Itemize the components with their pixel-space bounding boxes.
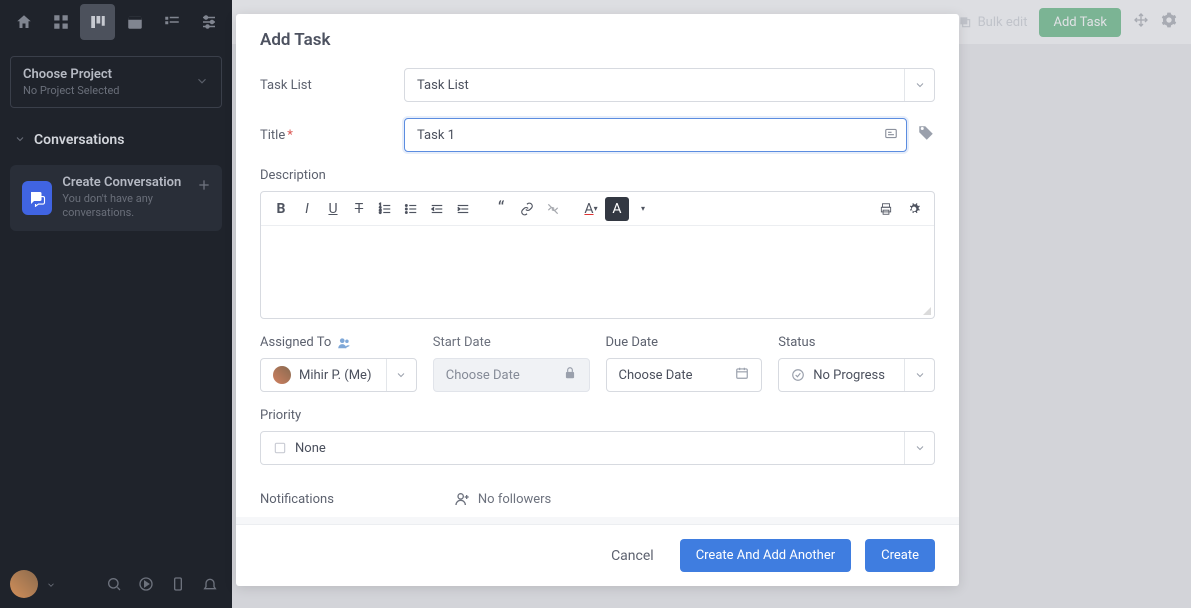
chevron-down-icon [386, 359, 416, 391]
conversations-label: Conversations [34, 132, 124, 148]
task-list-label: Task List [260, 78, 404, 93]
underline-icon[interactable]: U [321, 197, 345, 221]
svg-text:3: 3 [379, 209, 382, 214]
plus-icon[interactable] [196, 177, 212, 197]
print-icon[interactable] [874, 197, 898, 221]
conv-item-sub: You don't have any conversations. [62, 192, 210, 221]
sliders-icon[interactable] [191, 4, 226, 40]
due-date-placeholder: Choose Date [619, 368, 693, 383]
due-date-label: Due Date [606, 335, 763, 350]
start-date-input: Choose Date [433, 358, 590, 392]
grid-icon[interactable] [43, 4, 78, 40]
add-task-modal: Add Task Task List Task List Title* [236, 14, 959, 586]
create-button[interactable]: Create [865, 539, 935, 572]
assigned-to-label: Assigned To [260, 335, 331, 350]
no-followers-label: No followers [478, 492, 551, 507]
chevron-down-icon [14, 130, 26, 149]
tag-icon[interactable] [917, 124, 935, 146]
text-color-icon[interactable]: A▾ [579, 197, 603, 221]
create-add-another-button[interactable]: Create And Add Another [680, 539, 851, 572]
user-avatar[interactable] [10, 570, 38, 598]
project-title: Choose Project [23, 67, 120, 82]
status-value: No Progress [813, 368, 885, 383]
bell-icon[interactable] [198, 572, 222, 596]
priority-select[interactable]: None [260, 431, 935, 465]
check-circle-icon [791, 368, 805, 382]
start-date-label: Start Date [433, 335, 590, 350]
add-person-icon [454, 491, 470, 507]
calendar-icon[interactable] [117, 4, 152, 40]
project-selector[interactable]: Choose Project No Project Selected [10, 56, 222, 108]
priority-icon [273, 441, 287, 455]
mobile-icon[interactable] [166, 572, 190, 596]
highlight-icon[interactable]: A [605, 197, 629, 221]
calendar-icon [735, 366, 749, 384]
project-subtitle: No Project Selected [23, 84, 120, 97]
strike-icon[interactable]: T [347, 197, 371, 221]
bullet-list-icon[interactable] [399, 197, 423, 221]
play-icon[interactable] [134, 572, 158, 596]
priority-label: Priority [260, 408, 935, 423]
assigned-to-value: Mihir P. (Me) [299, 368, 371, 383]
italic-icon[interactable]: I [295, 197, 319, 221]
task-list-value: Task List [417, 78, 469, 93]
sidebar-top-icons [0, 0, 232, 44]
chevron-down-icon [904, 432, 934, 464]
description-editor: B I U T 123 “ A▾ A ▾ [260, 191, 935, 319]
description-textarea[interactable] [261, 226, 934, 318]
title-input[interactable] [404, 118, 907, 152]
assignee-avatar [273, 366, 291, 384]
notifications-row: Notifications No followers [260, 481, 935, 517]
card-icon[interactable] [883, 126, 899, 145]
bold-icon[interactable]: B [269, 197, 293, 221]
indent-icon[interactable] [451, 197, 475, 221]
conv-item-title: Create Conversation [62, 175, 210, 190]
color-dropdown-icon[interactable]: ▾ [631, 197, 655, 221]
start-date-placeholder: Choose Date [446, 368, 520, 383]
sidebar: Choose Project No Project Selected Conve… [0, 0, 232, 608]
people-icon [337, 336, 351, 350]
assigned-to-select[interactable]: Mihir P. (Me) [260, 358, 417, 392]
modal-title: Add Task [260, 30, 935, 50]
status-select[interactable]: No Progress [778, 358, 935, 392]
cancel-button[interactable]: Cancel [599, 540, 666, 572]
quote-icon[interactable]: “ [489, 197, 513, 221]
chevron-down-icon [195, 73, 209, 92]
notifications-label: Notifications [260, 492, 334, 507]
chat-icon [22, 181, 52, 215]
description-label: Description [260, 168, 935, 183]
editor-toolbar: B I U T 123 “ A▾ A ▾ [261, 192, 934, 226]
list-icon[interactable] [154, 4, 189, 40]
create-conversation-item[interactable]: Create Conversation You don't have any c… [10, 165, 222, 231]
chevron-down-icon [904, 69, 934, 101]
home-icon[interactable] [6, 4, 41, 40]
task-list-select[interactable]: Task List [404, 68, 935, 102]
settings-icon[interactable] [902, 197, 926, 221]
title-label: Title* [260, 128, 404, 143]
modal-footer: Cancel Create And Add Another Create [236, 524, 959, 586]
ordered-list-icon[interactable]: 123 [373, 197, 397, 221]
outdent-icon[interactable] [425, 197, 449, 221]
status-label: Status [778, 335, 935, 350]
conversations-header[interactable]: Conversations [0, 120, 232, 159]
priority-value: None [295, 441, 326, 456]
board-icon[interactable] [80, 4, 115, 40]
link-icon[interactable] [515, 197, 539, 221]
chevron-down-icon [904, 359, 934, 391]
unlink-icon[interactable] [541, 197, 565, 221]
lock-icon [563, 366, 577, 384]
resize-handle-icon[interactable] [922, 306, 932, 316]
sidebar-bottom [0, 560, 232, 608]
chevron-down-icon[interactable] [46, 575, 56, 594]
add-follower-button[interactable]: No followers [454, 491, 551, 507]
due-date-input[interactable]: Choose Date [606, 358, 763, 392]
recurrence-row: Recurrence [236, 517, 959, 524]
search-icon[interactable] [102, 572, 126, 596]
